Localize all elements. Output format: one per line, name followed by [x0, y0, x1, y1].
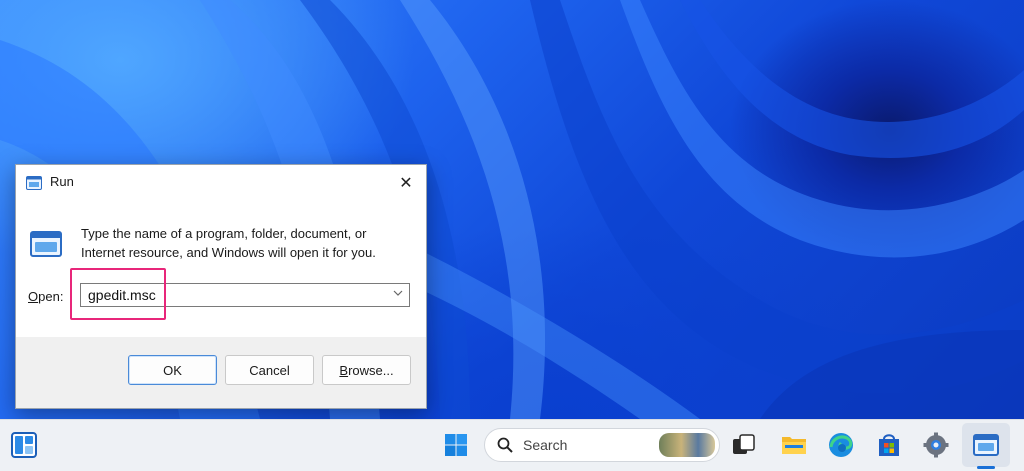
settings-icon[interactable]: [922, 431, 950, 459]
browse-button[interactable]: Browse...: [322, 355, 411, 385]
browse-label: rowse...: [348, 362, 394, 378]
open-label: Open:: [28, 289, 63, 304]
annotation-highlight-box: [70, 268, 166, 320]
cancel-button[interactable]: Cancel: [225, 355, 314, 385]
search-placeholder: Search: [523, 437, 568, 453]
search-highlight-image: [659, 433, 715, 457]
browse-accelerator: B: [339, 362, 349, 378]
microsoft-store-icon[interactable]: [875, 431, 903, 459]
title-bar[interactable]: Run ✕: [16, 165, 426, 201]
dialog-description: Type the name of a program, folder, docu…: [81, 226, 376, 260]
task-view-icon[interactable]: [730, 431, 758, 459]
run-icon: [26, 175, 42, 190]
run-taskbar-icon[interactable]: [972, 431, 1000, 459]
dialog-footer: OK Cancel Browse...: [16, 337, 426, 408]
search-icon: [497, 437, 513, 457]
open-label-accelerator: O: [28, 289, 39, 304]
edge-icon[interactable]: [827, 431, 855, 459]
run-dialog: Run ✕ Type the name of a program, folder…: [15, 164, 427, 409]
open-label-text: pen:: [38, 289, 64, 304]
run-program-icon: [30, 231, 62, 257]
taskbar: Search: [0, 419, 1024, 471]
close-button[interactable]: ✕: [386, 165, 426, 199]
ok-button[interactable]: OK: [128, 355, 217, 385]
chevron-down-icon[interactable]: [393, 288, 403, 301]
start-icon[interactable]: [442, 431, 470, 459]
active-app-indicator: [977, 466, 995, 469]
taskbar-search-box[interactable]: Search: [484, 428, 720, 462]
file-explorer-icon[interactable]: [780, 431, 808, 459]
widgets-icon[interactable]: [10, 431, 38, 459]
dialog-title: Run: [50, 174, 74, 189]
